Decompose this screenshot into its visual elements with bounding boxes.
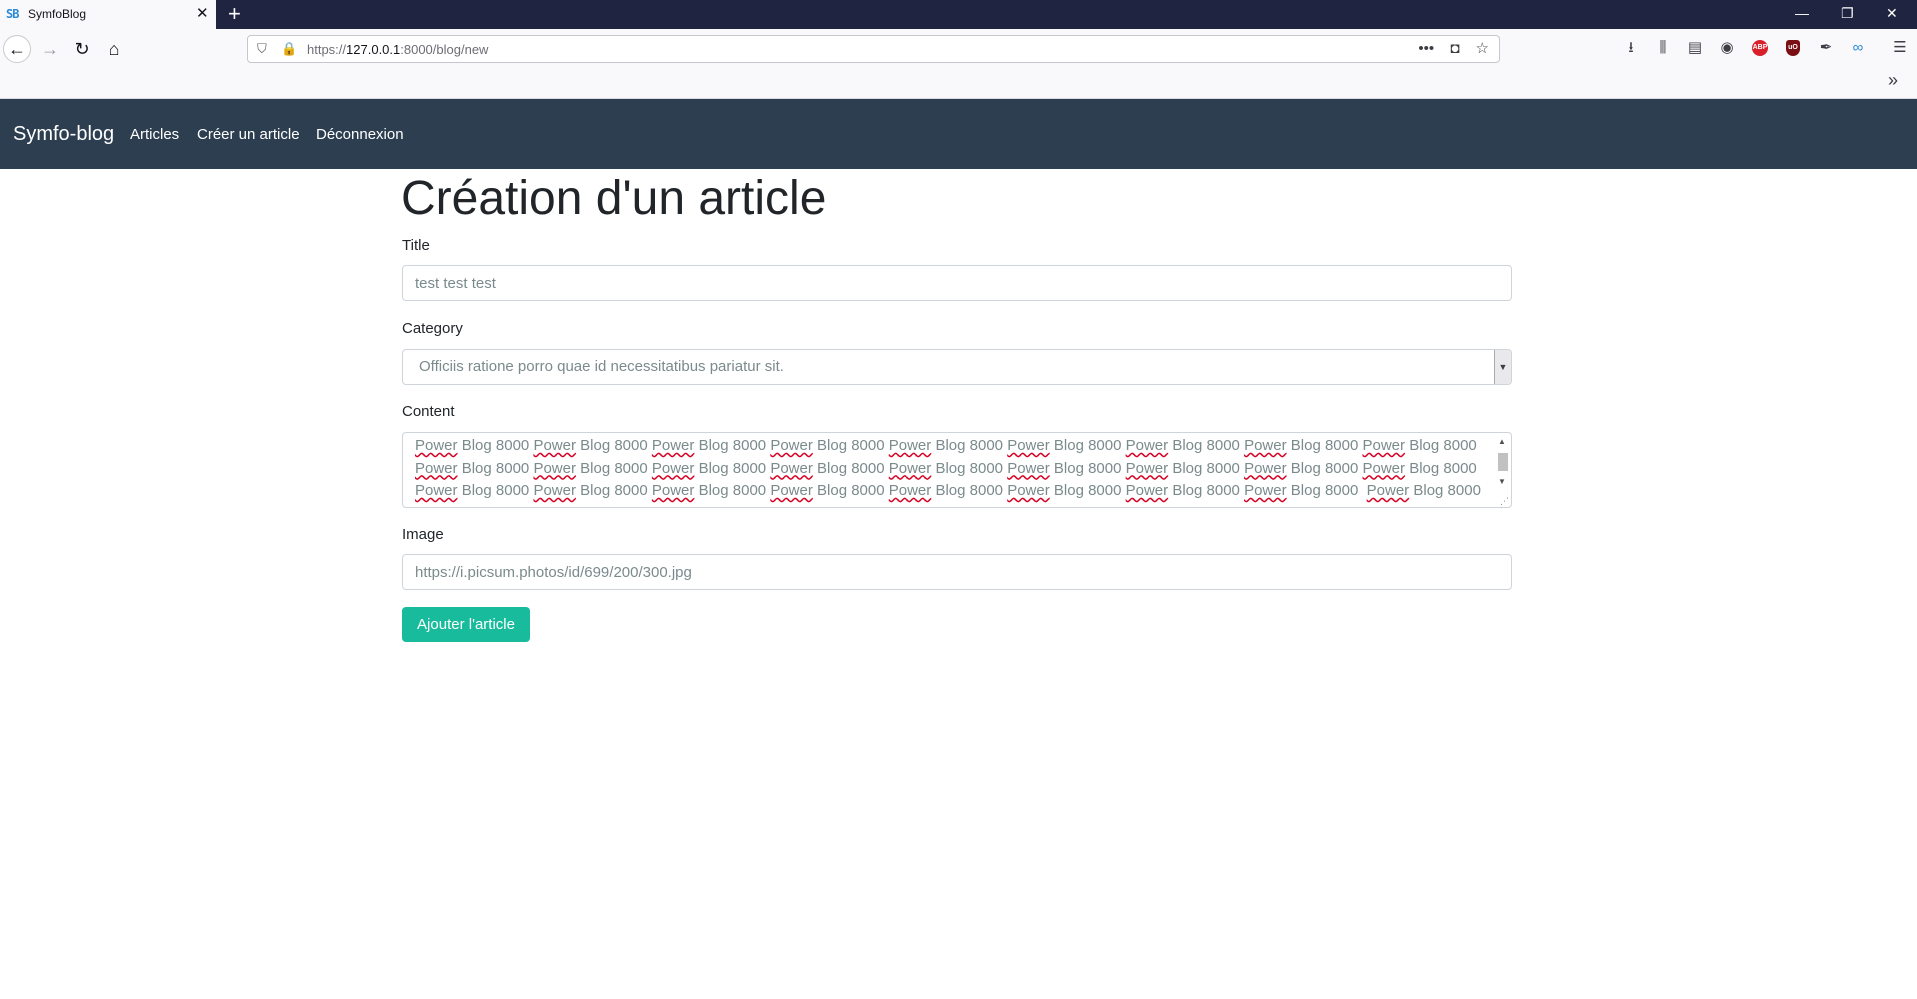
tab-close-icon[interactable]: ✕ [196,5,209,23]
page-title: Création d'un article [401,172,827,225]
url-scheme: https:// [307,42,347,57]
content-line: Power Blog 8000 Power Blog 8000 Power Bl… [415,437,1477,454]
content-line: Power Blog 8000 Power Blog 8000 Power Bl… [415,482,1481,499]
textarea-scrollbar[interactable]: ▲ ▼ [1495,435,1509,505]
eyedropper-icon[interactable]: ✒ [1815,37,1837,59]
url-actions: ••• ◘ ☆ [1406,40,1489,58]
content-textarea[interactable]: Power Blog 8000 Power Blog 8000 Power Bl… [402,432,1512,508]
content-label: Content [402,403,455,420]
site-navbar: Symfo-blog Articles Créer un article Déc… [0,99,1917,169]
account-icon[interactable]: ◉ [1716,37,1738,59]
nav-link-logout[interactable]: Déconnexion [316,125,404,145]
scroll-up-icon[interactable]: ▲ [1495,435,1509,449]
browser-tab-bar: SB SymfoBlog ✕ + — ❐ ✕ [0,0,1917,29]
content-line: Power Blog 8000 Power Blog 8000 Power Bl… [415,459,1477,477]
nav-link-articles[interactable]: Articles [130,125,179,145]
add-article-button[interactable]: Ajouter l'article [402,607,530,642]
tracking-protection-shield-icon[interactable]: ⛉ [257,41,267,57]
nav-link-create-article[interactable]: Créer un article [197,125,300,145]
url-path: :8000/blog/new [400,42,489,57]
category-selected-value: Officiis ratione porro quae id necessita… [419,358,784,375]
content-text: Power Blog 8000 Power Blog 8000 Power Bl… [415,435,1490,503]
reload-icon: ↻ [74,39,90,59]
pocket-icon[interactable]: ◘ [1450,40,1459,57]
back-arrow-icon: ← [8,39,26,59]
download-icon[interactable]: ⭳ [1620,37,1642,59]
ublock-origin-icon[interactable]: uO [1786,40,1800,56]
back-button[interactable]: ← [3,35,31,63]
new-tab-button[interactable]: + [228,1,241,27]
scroll-thumb[interactable] [1498,453,1508,471]
menu-icon[interactable]: ☰ [1889,37,1911,59]
adblock-plus-icon[interactable]: ABP [1752,40,1768,56]
resize-handle-icon[interactable]: ⋰ [1500,496,1509,506]
browser-tab[interactable]: SB SymfoBlog ✕ [0,0,216,29]
forward-arrow-icon: → [41,39,59,59]
site-brand[interactable]: Symfo-blog [13,122,114,146]
extension-icon[interactable]: ∞ [1847,37,1869,59]
window-close-button[interactable]: ✕ [1886,3,1898,23]
title-label: Title [402,237,430,254]
image-label: Image [402,526,444,543]
home-button[interactable]: ⌂ [100,35,128,63]
url-text[interactable]: https://127.0.0.1:8000/blog/new [307,42,488,58]
site-favicon-icon: SB [6,7,19,21]
sidebar-icon[interactable]: ▤ [1684,37,1706,59]
home-icon: ⌂ [108,39,120,59]
minimize-button[interactable]: — [1795,3,1809,23]
forward-button[interactable]: → [36,35,64,63]
restore-button[interactable]: ❐ [1841,3,1854,23]
category-label: Category [402,320,463,337]
category-select[interactable]: Officiis ratione porro quae id necessita… [402,349,1512,385]
tab-title: SymfoBlog [28,7,87,21]
insecure-lock-icon[interactable]: 🔒 [281,40,297,58]
browser-toolbar: ← → ↻ ⌂ ⛉ 🔒 https://127.0.0.1:8000/blog/… [0,29,1917,99]
bookmark-star-icon[interactable]: ☆ [1476,40,1489,57]
page-actions-menu-icon[interactable]: ••• [1418,40,1434,57]
library-icon[interactable]: ⫼ [1652,37,1674,59]
chevron-down-icon[interactable]: ▼ [1494,350,1511,384]
reload-button[interactable]: ↻ [68,35,96,63]
address-bar[interactable]: ⛉ 🔒 https://127.0.0.1:8000/blog/new ••• … [247,35,1500,63]
image-url-input[interactable] [402,554,1512,590]
url-host: 127.0.0.1 [346,42,401,57]
overflow-chevron-icon[interactable]: » [1888,70,1898,90]
scroll-down-icon[interactable]: ▼ [1495,475,1509,489]
title-input[interactable] [402,265,1512,301]
